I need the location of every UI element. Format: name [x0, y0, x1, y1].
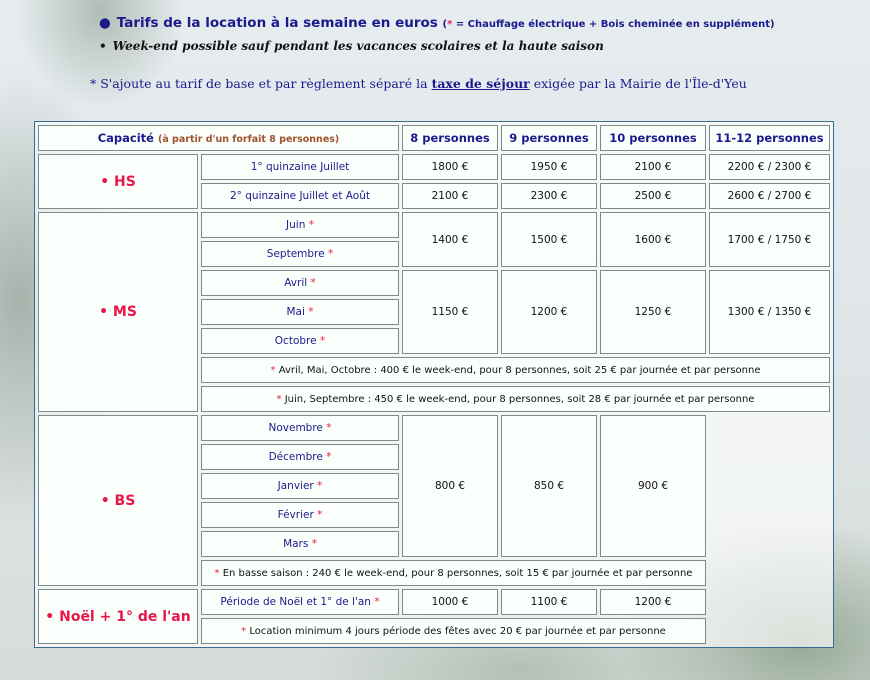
note-cell: * Juin, Septembre : 450 € le week-end, p…	[201, 386, 830, 412]
period-cell: Janvier *	[201, 473, 399, 499]
season-bs-label: • BS	[38, 415, 198, 586]
period-cell: Février *	[201, 502, 399, 528]
season-ms-label: • MS	[38, 212, 198, 412]
price-cell: 850 €	[501, 415, 597, 557]
period-cell: Décembre *	[201, 444, 399, 470]
header-col-10: 10 personnes	[600, 125, 706, 151]
tarifs-table-container: Capacité (à partir d'un forfait 8 personn…	[34, 121, 834, 648]
header-col-9: 9 personnes	[501, 125, 597, 151]
price-cell: 1250 €	[600, 270, 706, 354]
period-cell: Mars *	[201, 531, 399, 557]
table-row: • BS Novembre * 800 € 850 € 900 €	[38, 415, 830, 586]
period-cell: Période de Noël et 1° de l'an *	[201, 589, 399, 615]
table-row: • HS 1° quinzaine Juillet 1800 € 1950 € …	[38, 154, 830, 209]
intro-weekend-line: • Week-end possible sauf pendant les vaca…	[99, 39, 604, 53]
period-cell: 2° quinzaine Juillet et Août	[201, 183, 399, 209]
taxe-sejour-link[interactable]: taxe de séjour	[432, 76, 530, 91]
bullet-icon: ●	[99, 15, 111, 31]
price-cell: 2100 €	[402, 183, 498, 209]
price-cell: 2200 € / 2300 €	[709, 154, 830, 180]
price-cell: 2600 € / 2700 €	[709, 183, 830, 209]
period-cell: Octobre *	[201, 328, 399, 354]
tarifs-table: Capacité (à partir d'un forfait 8 personn…	[35, 122, 833, 647]
period-cell: Avril *	[201, 270, 399, 296]
header-col-8: 8 personnes	[402, 125, 498, 151]
period-cell: Novembre *	[201, 415, 399, 441]
intro-weekend-text: Week-end possible sauf pendant les vacan…	[112, 39, 604, 53]
intro-tax-line: * S'ajoute au tarif de base et par règle…	[90, 76, 747, 91]
header-capacity: Capacité (à partir d'un forfait 8 personn…	[38, 125, 399, 151]
price-cell: 1400 €	[402, 212, 498, 267]
note-cell: * Avril, Mai, Octobre : 400 € le week-en…	[201, 357, 830, 383]
header-row: Capacité (à partir d'un forfait 8 personn…	[38, 125, 830, 151]
period-cell: Juin *	[201, 212, 399, 238]
empty-cell	[709, 415, 830, 586]
price-cell: 1100 €	[501, 589, 597, 615]
intro-title: Tarifs de la location à la semaine en eu…	[116, 15, 438, 31]
price-cell: 2300 €	[501, 183, 597, 209]
price-cell: 1700 € / 1750 €	[709, 212, 830, 267]
bullet-icon: •	[99, 39, 107, 53]
price-cell: 1200 €	[600, 589, 706, 615]
price-cell: 1500 €	[501, 212, 597, 267]
season-hs-label: • HS	[38, 154, 198, 209]
price-cell: 2100 €	[600, 154, 706, 180]
price-cell: 1000 €	[402, 589, 498, 615]
note-cell: * Location minimum 4 jours période des f…	[201, 618, 706, 644]
price-cell: 900 €	[600, 415, 706, 557]
price-cell: 1200 €	[501, 270, 597, 354]
header-col-11-12: 11-12 personnes	[709, 125, 830, 151]
period-cell: Septembre *	[201, 241, 399, 267]
price-cell: 800 €	[402, 415, 498, 557]
period-cell: 1° quinzaine Juillet	[201, 154, 399, 180]
price-cell: 1950 €	[501, 154, 597, 180]
price-cell: 1600 €	[600, 212, 706, 267]
intro-title-line: ● Tarifs de la location à la semaine en e…	[99, 15, 775, 31]
table-row: • MS Juin * 1400 € 1500 € 1600 € 1700 € …	[38, 212, 830, 412]
intro-title-note: (* = Chauffage électrique + Bois cheminé…	[442, 19, 775, 30]
table-row: • Noël + 1° de l'an Période de Noël et 1…	[38, 589, 830, 644]
period-cell: Mai *	[201, 299, 399, 325]
empty-cell	[709, 589, 830, 644]
price-cell: 1150 €	[402, 270, 498, 354]
price-cell: 2500 €	[600, 183, 706, 209]
price-cell: 1300 € / 1350 €	[709, 270, 830, 354]
note-cell: * En basse saison : 240 € le week-end, p…	[201, 560, 706, 586]
season-noel-label: • Noël + 1° de l'an	[38, 589, 198, 644]
price-cell: 1800 €	[402, 154, 498, 180]
